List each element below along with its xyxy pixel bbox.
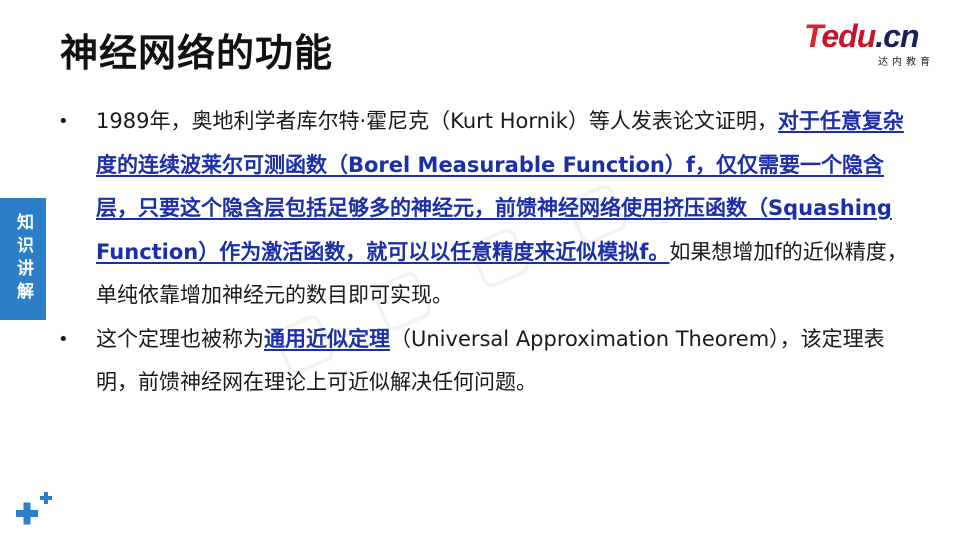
- bullet-item-1: • 1989年，奥地利学者库尔特·霍尼克（Kurt Hornik）等人发表论文证…: [58, 100, 918, 318]
- bullet-list: • 1989年，奥地利学者库尔特·霍尼克（Kurt Hornik）等人发表论文证…: [58, 100, 918, 405]
- page-title: 神经网络的功能: [60, 31, 334, 75]
- bullet-dot: •: [58, 328, 69, 350]
- logo-domain: .cn: [875, 18, 919, 54]
- side-section-tab: 知识讲解: [0, 198, 46, 320]
- plus-icon: [16, 492, 52, 525]
- logo-subtitle: 达内教育: [878, 57, 934, 68]
- bullet-1-intro: 1989年，奥地利学者库尔特·霍尼克（Kurt Hornik）等人发表论文证明，: [96, 109, 778, 133]
- logo-wordmark: Tedu.cn: [804, 20, 934, 52]
- bullet-item-2: • 这个定理也被称为通用近似定理（Universal Approximation…: [58, 318, 918, 405]
- bullet-dot: •: [58, 111, 69, 132]
- bullet-2-highlight: 通用近似定理: [264, 326, 390, 351]
- bullet-2-intro: 这个定理也被称为: [96, 326, 264, 351]
- main-content: • 1989年，奥地利学者库尔特·霍尼克（Kurt Hornik）等人发表论文证…: [58, 100, 918, 405]
- brand-logo: Tedu.cn 达内教育: [804, 20, 934, 68]
- logo-letter-t: T: [804, 18, 822, 54]
- side-tab-label: 知识讲解: [13, 213, 33, 305]
- logo-word: edu: [821, 18, 876, 54]
